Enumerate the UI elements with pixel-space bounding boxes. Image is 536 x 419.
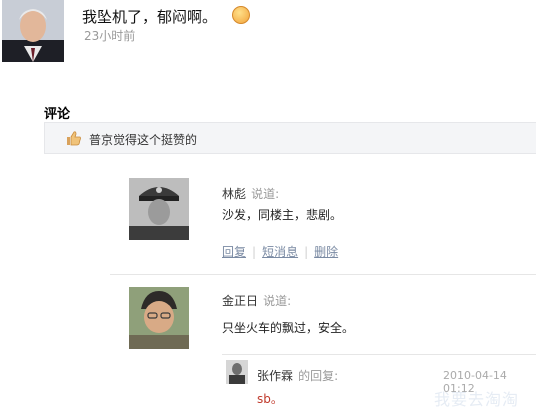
comment-said-label-1: 说道: xyxy=(251,187,280,201)
comment-said-label-2: 说道: xyxy=(263,294,292,308)
reply-tag: 的回复: xyxy=(298,369,339,383)
reply-author[interactable]: 张作霖 xyxy=(257,369,293,383)
comment-avatar-1[interactable] xyxy=(129,178,189,240)
comment-text-2: 只坐火车的飘过，安全。 xyxy=(222,321,355,335)
message-button[interactable]: 短消息 xyxy=(262,245,298,259)
likes-text: 普京觉得这个挺赞的 xyxy=(89,133,198,147)
action-separator: | xyxy=(304,245,309,259)
comment-author-2[interactable]: 金正日 xyxy=(222,294,258,308)
delete-button[interactable]: 删除 xyxy=(314,245,338,259)
watermark-text: 我要去淘淘 xyxy=(434,390,520,409)
comment-divider xyxy=(110,274,536,275)
smile-emoji-icon xyxy=(232,6,250,24)
post-author-avatar[interactable] xyxy=(2,0,64,62)
reply-button[interactable]: 回复 xyxy=(222,245,246,259)
post-time: 23小时前 xyxy=(84,29,136,43)
post-text: 我坠机了，郁闷啊。 xyxy=(82,8,218,26)
comment-avatar-2[interactable] xyxy=(129,287,189,349)
thumbs-up-icon xyxy=(67,131,81,146)
reply-avatar[interactable] xyxy=(226,360,248,384)
comment-text-1: 沙发，同楼主，悲剧。 xyxy=(222,208,343,222)
action-separator: | xyxy=(252,245,257,259)
reply-divider xyxy=(222,354,536,355)
reply-text: sb。 xyxy=(257,392,283,406)
comment-author-1[interactable]: 林彪 xyxy=(222,187,246,201)
comments-section-title: 评论 xyxy=(44,107,71,122)
